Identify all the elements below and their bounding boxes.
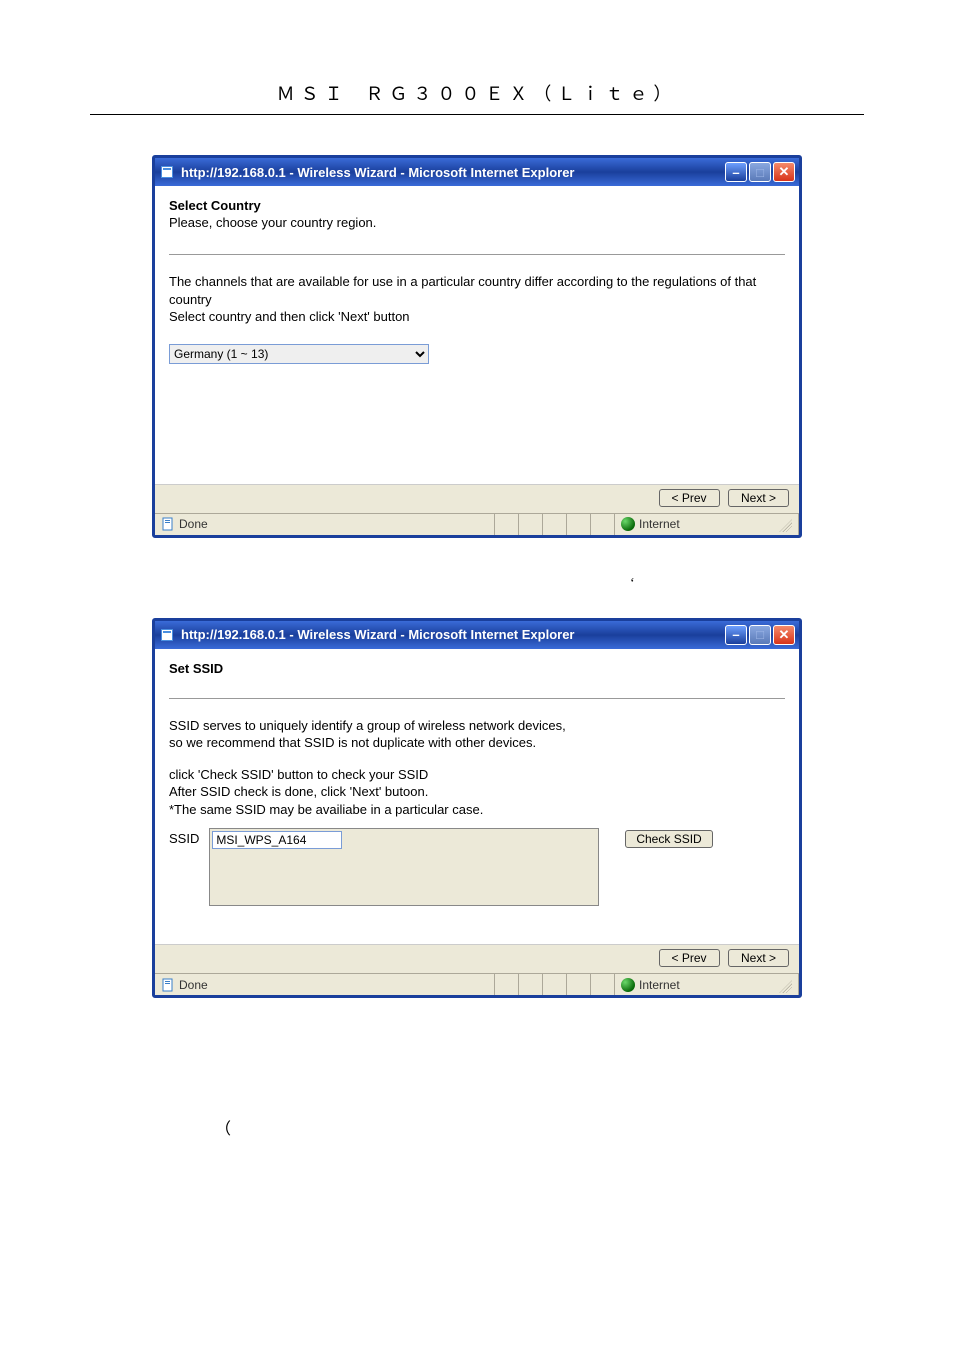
ssid-desc-2: so we recommend that SSID is not duplica… — [169, 734, 785, 752]
window-controls: – □ ✕ — [725, 625, 795, 645]
ssid-inst-2: After SSID check is done, click 'Next' b… — [169, 783, 785, 801]
minimize-button[interactable]: – — [725, 162, 747, 182]
next-button[interactable]: Next > — [728, 949, 789, 967]
stray-paren: （ — [215, 1115, 231, 1139]
titlebar[interactable]: http://192.168.0.1 - Wireless Wizard - M… — [155, 621, 799, 649]
window-title: http://192.168.0.1 - Wireless Wizard - M… — [181, 165, 725, 180]
close-button[interactable]: ✕ — [773, 162, 795, 182]
prev-button[interactable]: < Prev — [659, 949, 720, 967]
instruction-text: Select country and then click 'Next' but… — [169, 308, 785, 326]
status-text: Done — [179, 978, 208, 992]
section-heading: Set SSID — [169, 661, 785, 676]
window-controls: – □ ✕ — [725, 162, 795, 182]
content-area: Set SSID SSID serves to uniquely identif… — [155, 649, 799, 945]
close-button[interactable]: ✕ — [773, 625, 795, 645]
status-text: Done — [179, 517, 208, 531]
check-ssid-button[interactable]: Check SSID — [625, 830, 712, 848]
section-heading: Select Country — [169, 198, 785, 213]
window-title: http://192.168.0.1 - Wireless Wizard - M… — [181, 627, 725, 642]
page-icon — [161, 978, 175, 992]
content-area: Select Country Please, choose your count… — [155, 186, 799, 484]
wizard-buttons: < Prev Next > — [155, 484, 799, 513]
internet-zone-icon — [621, 517, 635, 531]
page-icon — [161, 517, 175, 531]
ie-icon — [159, 627, 175, 643]
ssid-note: *The same SSID may be availiabe in a par… — [169, 801, 785, 819]
ssid-input[interactable] — [212, 831, 342, 849]
stray-mark: ‘ — [630, 576, 635, 592]
maximize-button[interactable]: □ — [749, 162, 771, 182]
next-button[interactable]: Next > — [728, 489, 789, 507]
ssid-inst-1: click 'Check SSID' button to check your … — [169, 766, 785, 784]
prev-button[interactable]: < Prev — [659, 489, 720, 507]
zone-text: Internet — [639, 517, 680, 531]
minimize-button[interactable]: – — [725, 625, 747, 645]
internet-zone-icon — [621, 978, 635, 992]
statusbar: Done Internet — [155, 973, 799, 995]
ssid-result-box — [209, 828, 599, 906]
zone-text: Internet — [639, 978, 680, 992]
resize-grip-icon[interactable] — [776, 516, 792, 532]
maximize-button[interactable]: □ — [749, 625, 771, 645]
window-select-country: http://192.168.0.1 - Wireless Wizard - M… — [152, 155, 802, 538]
regulations-text: The channels that are available for use … — [169, 273, 785, 308]
titlebar[interactable]: http://192.168.0.1 - Wireless Wizard - M… — [155, 158, 799, 186]
window-set-ssid: http://192.168.0.1 - Wireless Wizard - M… — [152, 618, 802, 999]
country-select[interactable]: Germany (1 ~ 13) — [169, 344, 429, 364]
wizard-buttons: < Prev Next > — [155, 944, 799, 973]
ssid-label: SSID — [169, 828, 199, 846]
ssid-desc-1: SSID serves to uniquely identify a group… — [169, 717, 785, 735]
page-title: ＭＳＩ ＲＧ３００ＥＸ（Ｌｉｔｅ） — [90, 0, 864, 115]
ie-icon — [159, 164, 175, 180]
resize-grip-icon[interactable] — [776, 977, 792, 993]
statusbar: Done Internet — [155, 513, 799, 535]
section-subtext: Please, choose your country region. — [169, 215, 785, 230]
